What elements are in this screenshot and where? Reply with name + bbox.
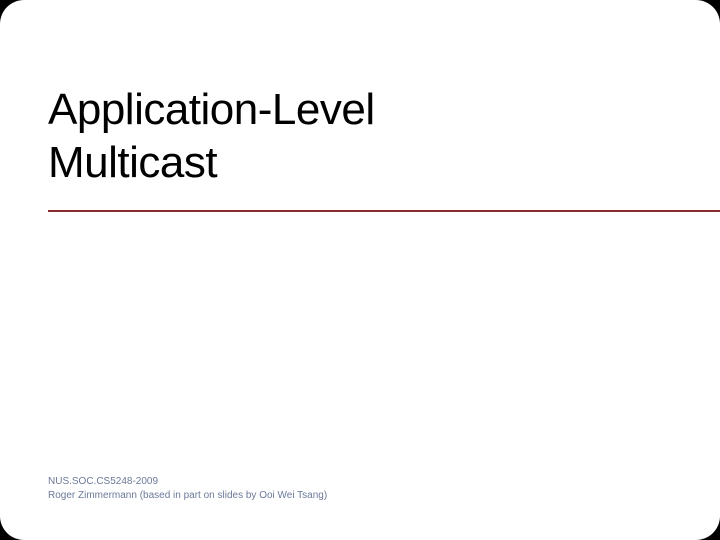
footer-course-id: NUS.SOC.CS5248-2009: [48, 475, 327, 489]
slide-container: Application-Level Multicast NUS.SOC.CS52…: [0, 0, 720, 540]
horizontal-rule: [48, 210, 720, 212]
slide-footer: NUS.SOC.CS5248-2009 Roger Zimmermann (ba…: [48, 475, 327, 502]
title-line-2: Multicast: [48, 138, 217, 187]
slide-title: Application-Level Multicast: [48, 84, 375, 190]
title-line-1: Application-Level: [48, 85, 375, 134]
footer-attribution: Roger Zimmermann (based in part on slide…: [48, 489, 327, 503]
